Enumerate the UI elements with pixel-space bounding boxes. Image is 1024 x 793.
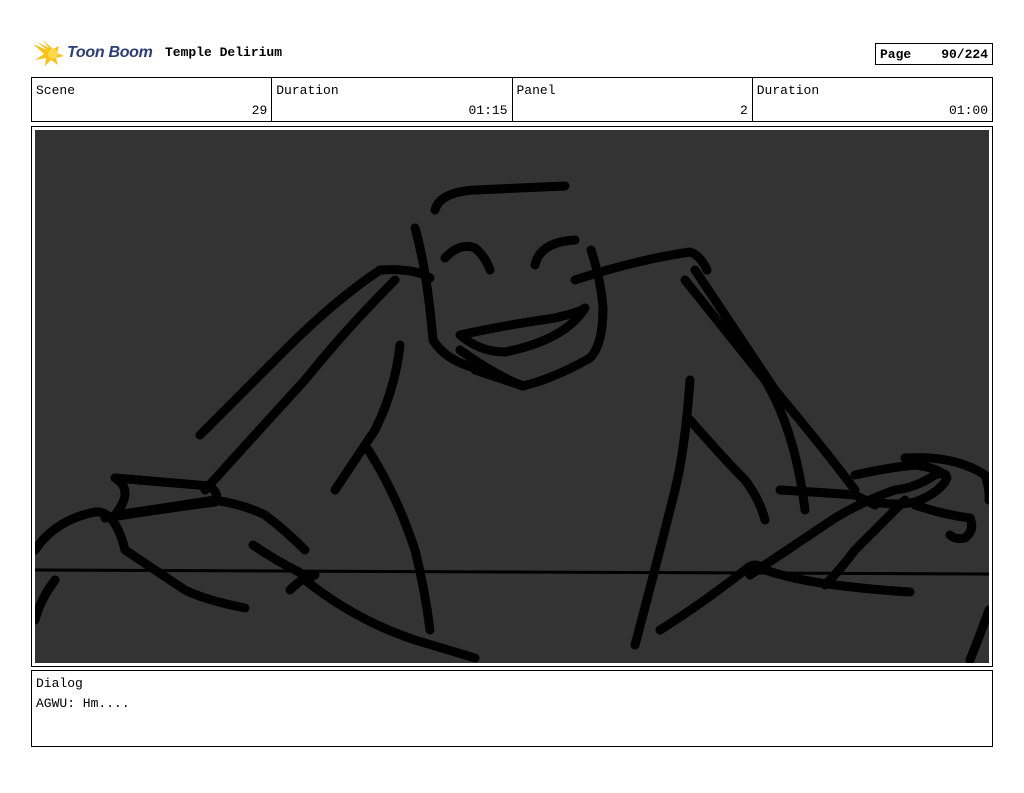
scene-duration-label: Duration [276,83,339,98]
sketch-table-bottom [300,575,480,663]
storyboard-header: Toon Boom Temple Delirium Page 90/224 [31,36,993,70]
scene-number: 29 [251,103,268,118]
sketch-left-torso [330,340,405,495]
storyboard-panel-frame [31,126,993,667]
dialog-label: Dialog [36,676,83,691]
scene-duration-value: 01:15 [468,103,508,118]
panel-cell: Panel 2 [513,78,753,121]
panel-duration-label: Duration [756,83,820,98]
panel-duration-cell: Duration 01:00 [753,78,992,121]
sketch-right-eye [530,235,580,270]
project-title: Temple Delirium [165,45,283,60]
sketch-left-table-curve [35,507,250,613]
sketch-head-top [430,181,570,215]
dialog-box: Dialog AGWU: Hm.... [31,670,993,747]
logo-text: Toon Boom [67,44,153,61]
sketch-right-knuckle [910,500,977,544]
sketch-drawing [35,181,989,663]
sketch-left-arm-inner [200,275,400,495]
dialog-text: AGWU: Hm.... [36,696,130,711]
sketch-left-wrist [210,495,310,555]
page-number: 90/224 [941,46,988,62]
star-burst-icon [33,40,64,66]
sketch-mouth [455,303,590,357]
sketch-right-forearm [685,415,770,525]
sketch-right-wrist [775,485,880,510]
sketch-left-eye [440,241,495,275]
scene-cell: Scene 29 [32,78,273,121]
sketch-bowl-edge [965,605,989,663]
page-label: Page [880,46,912,62]
sketch-right-torso [630,375,695,650]
scene-duration-cell: Duration 01:15 [272,78,513,121]
sketch-left-inner-body [360,440,435,635]
panel-number: 2 [739,103,748,118]
panel-duration-value: 01:00 [948,103,988,118]
sketch-table-edge [35,568,989,576]
scene-label: Scene [36,83,76,98]
page-indicator: Page 90/224 [875,43,993,65]
panel-info-row: Scene 29 Duration 01:15 Panel 2 Duration… [31,77,993,122]
sketch-left-bowl-edge [35,575,60,625]
toon-boom-logo: Toon Boom [31,38,153,68]
storyboard-sketch [35,130,989,663]
panel-label: Panel [516,83,556,98]
